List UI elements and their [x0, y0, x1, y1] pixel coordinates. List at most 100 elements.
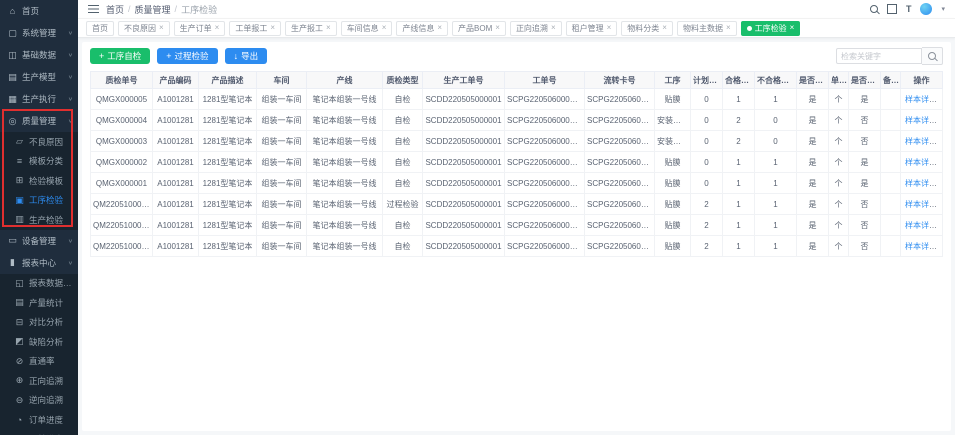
card: + 工序自检 + 过程检验 ↓ 导出: [82, 42, 951, 431]
font-size-icon[interactable]: T: [906, 5, 912, 14]
tab-正向追溯[interactable]: 正向追溯×: [510, 21, 562, 36]
sidebar-item-defect-analysis[interactable]: ◩缺陷分析: [0, 332, 78, 352]
process-self-inspect-button[interactable]: + 工序自检: [90, 48, 150, 64]
tab-工序检验[interactable]: 工序检验×: [741, 21, 801, 36]
cell-line: 笔记本组装一号线: [307, 152, 383, 173]
close-icon[interactable]: ×: [326, 24, 331, 32]
action-edit[interactable]: 编辑: [941, 158, 943, 167]
action-sample-detail[interactable]: 样本详情: [905, 95, 937, 104]
close-icon[interactable]: ×: [551, 24, 556, 32]
action-sample-detail[interactable]: 样本详情: [905, 116, 937, 125]
sidebar-item-defect-cause[interactable]: ▱不良原因: [0, 132, 78, 152]
sidebar-item-process-inspect[interactable]: ▣工序检验: [0, 191, 78, 211]
sidebar-item-system-mgmt[interactable]: ▢系统管理∨: [0, 22, 78, 44]
action-sample-detail[interactable]: 样本详情: [905, 137, 937, 146]
close-icon[interactable]: ×: [382, 24, 387, 32]
sidebar-item-production-inspect[interactable]: ▥生产检验: [0, 210, 78, 230]
search-input[interactable]: [836, 48, 922, 64]
cell-flow_card_no: SCPG2205060000...: [585, 236, 655, 257]
sidebar-item-template-category[interactable]: ≡模板分类: [0, 152, 78, 172]
sidebar-item-forward-trace[interactable]: ⊕正向追溯: [0, 371, 78, 391]
output-stats-icon: ▤: [14, 297, 25, 308]
process-inspection-button[interactable]: + 过程检验: [157, 48, 217, 64]
sidebar-item-prod-exec[interactable]: ▦生产执行∨: [0, 88, 78, 110]
action-edit[interactable]: 编辑: [941, 242, 943, 251]
column-header-product_code: 产品编码: [153, 72, 199, 89]
sidebar-item-fpy[interactable]: ⊘直通率: [0, 352, 78, 372]
cell-fail_qty: 0: [755, 110, 797, 131]
chevron-down-icon[interactable]: ▾: [941, 5, 945, 13]
action-edit[interactable]: 编辑: [941, 116, 943, 125]
fullscreen-icon[interactable]: [887, 4, 897, 14]
close-icon[interactable]: ×: [662, 24, 667, 32]
sidebar-item-report-center[interactable]: ▮报表中心∨: [0, 252, 78, 274]
sidebar-item-home[interactable]: ⌂首页: [0, 0, 78, 22]
action-sample-detail[interactable]: 样本详情: [905, 158, 937, 167]
sidebar-item-equipment-mgmt[interactable]: ▭设备管理∨: [0, 230, 78, 252]
hamburger-icon[interactable]: [88, 5, 99, 13]
cell-product_desc: 1281型笔记本: [199, 152, 257, 173]
breadcrumb-item[interactable]: 质量管理: [135, 3, 171, 16]
cell-inspect_no: QM2205100003: [91, 215, 153, 236]
avatar[interactable]: [920, 3, 932, 15]
action-sample-detail[interactable]: 样本详情: [905, 179, 937, 188]
close-icon[interactable]: ×: [437, 24, 442, 32]
chevron-down-icon: ∨: [68, 118, 73, 124]
tab-租户管理[interactable]: 租户管理×: [566, 21, 618, 36]
close-icon[interactable]: ×: [215, 24, 220, 32]
column-header-remark: 备注: [881, 72, 901, 89]
action-sample-detail[interactable]: 样本详情: [905, 200, 937, 209]
action-edit[interactable]: 编辑: [941, 95, 943, 104]
sidebar-item-report-dashboard[interactable]: ◱报表数据大屏: [0, 274, 78, 294]
sidebar-item-base-data[interactable]: ◫基础数据∨: [0, 44, 78, 66]
action-edit[interactable]: 编辑: [941, 221, 943, 230]
tab-生产订单[interactable]: 生产订单×: [174, 21, 226, 36]
plus-icon: +: [99, 52, 104, 61]
sidebar-item-label: 报表中心: [22, 257, 56, 269]
tab-车间信息[interactable]: 车间信息×: [341, 21, 393, 36]
cell-prod_order_no: SCDD220505000001: [423, 236, 505, 257]
search-icon[interactable]: [870, 5, 878, 13]
cell-work_order_no: SCPG220506000004: [505, 194, 585, 215]
action-sample-detail[interactable]: 样本详情: [905, 221, 937, 230]
action-edit[interactable]: 编辑: [941, 137, 943, 146]
sidebar-item-order-progress[interactable]: ◔订单进度: [0, 410, 78, 430]
export-button[interactable]: ↓ 导出: [225, 48, 268, 64]
sidebar-item-quality-mgmt[interactable]: ◎质量管理∨: [0, 110, 78, 132]
sidebar-item-output-stats[interactable]: ▤产量统计: [0, 293, 78, 313]
table-row: QMGX000005A10012811281型笔记本组装一车间笔记本组装一号线自…: [91, 89, 943, 110]
column-header-workshop: 车间: [257, 72, 307, 89]
tab-不良原因[interactable]: 不良原因×: [118, 21, 170, 36]
tab-产品BOM[interactable]: 产品BOM×: [452, 21, 506, 36]
sidebar-item-workorder-progress[interactable]: ◕工单进度: [0, 430, 78, 435]
sidebar-item-backward-trace[interactable]: ⊖逆向追溯: [0, 391, 78, 411]
sidebar-item-inspect-template[interactable]: ⊞检验模板: [0, 171, 78, 191]
search-button[interactable]: [922, 47, 943, 65]
close-icon[interactable]: ×: [495, 24, 500, 32]
backward-trace-icon: ⊖: [14, 395, 25, 406]
tab-生产报工[interactable]: 生产报工×: [285, 21, 337, 36]
close-icon[interactable]: ×: [270, 24, 275, 32]
breadcrumb-item[interactable]: 首页: [106, 3, 124, 16]
cell-workshop: 组装一车间: [257, 215, 307, 236]
tab-首页[interactable]: 首页: [86, 21, 114, 36]
action-edit[interactable]: 编辑: [941, 179, 943, 188]
action-sample-detail[interactable]: 样本详情: [905, 242, 937, 251]
close-icon[interactable]: ×: [607, 24, 612, 32]
cell-product_code: A1001281: [153, 194, 199, 215]
close-icon[interactable]: ×: [159, 24, 164, 32]
sidebar-item-compare-analysis[interactable]: ⊟对比分析: [0, 313, 78, 333]
tab-物料分类[interactable]: 物料分类×: [621, 21, 673, 36]
action-edit[interactable]: 编辑: [941, 200, 943, 209]
cell-process: 贴膜: [655, 215, 691, 236]
close-icon[interactable]: ×: [726, 24, 731, 32]
column-header-type: 质检类型: [383, 72, 423, 89]
tab-产线信息[interactable]: 产线信息×: [396, 21, 448, 36]
close-icon[interactable]: ×: [790, 24, 795, 32]
cell-type: 过程检验: [383, 194, 423, 215]
tab-物料主数据[interactable]: 物料主数据×: [677, 21, 737, 36]
cell-inspect_no: QMGX000005: [91, 89, 153, 110]
sidebar-item-prod-model[interactable]: ▤生产模型∨: [0, 66, 78, 88]
tab-工单报工[interactable]: 工单报工×: [229, 21, 281, 36]
cell-inspect_no: QMGX000004: [91, 110, 153, 131]
